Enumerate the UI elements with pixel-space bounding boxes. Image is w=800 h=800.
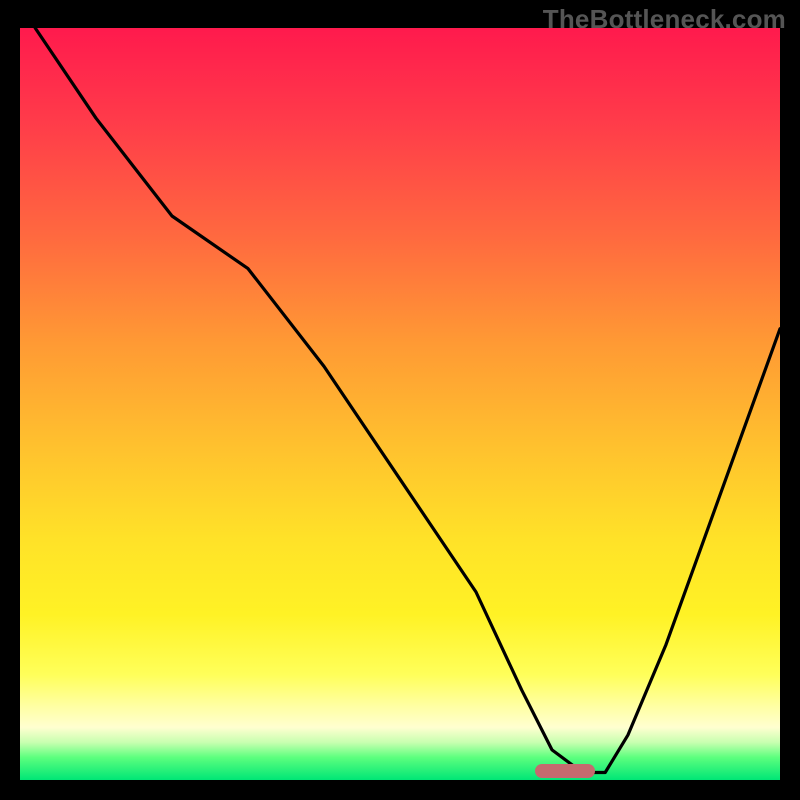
chart-frame: TheBottleneck.com [0,0,800,800]
chart-svg [20,28,780,780]
chart-plot-area [20,28,780,780]
minimum-marker [535,764,595,778]
chart-line-path [35,28,780,773]
